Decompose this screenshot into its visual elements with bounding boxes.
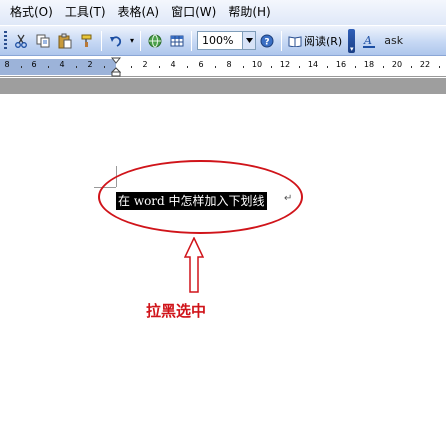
ruler-tick [383, 66, 384, 68]
paste-button[interactable] [54, 30, 76, 52]
menu-table[interactable]: 表格(A) [112, 0, 166, 25]
ruler-tick [187, 66, 188, 68]
font-color-icon: A [363, 34, 376, 48]
ruler-number: 22 [419, 60, 431, 69]
ruler-number: 16 [335, 60, 347, 69]
toolbar-separator [101, 30, 102, 51]
paste-icon [58, 33, 72, 48]
ruler-number: 6 [31, 60, 37, 69]
ruler-tick [355, 66, 356, 68]
hyperlink-icon [148, 34, 162, 47]
ruler-tick [48, 66, 49, 68]
ruler-tick [76, 66, 77, 68]
menu-tools[interactable]: 工具(T) [59, 0, 112, 25]
toolbar-separator [281, 30, 282, 51]
ruler-number: 2 [142, 60, 148, 69]
ruler-number: 2 [87, 60, 93, 69]
ruler-number: 12 [279, 60, 291, 69]
help-icon: ? [260, 34, 274, 47]
menu-format[interactable]: 格式(O) [4, 0, 59, 25]
ruler-number: 18 [363, 60, 375, 69]
ruler-number: 14 [307, 60, 319, 69]
ruler-tick [271, 66, 272, 68]
ruler-tick [21, 66, 22, 68]
ruler-number: 4 [170, 60, 176, 69]
toolbar-separator [191, 30, 192, 51]
read-button-label: 阅读(R) [304, 34, 343, 48]
hyperlink-button[interactable] [144, 30, 166, 52]
annotation-ellipse [98, 160, 303, 234]
up-arrow-icon [184, 237, 204, 293]
table-icon [170, 35, 184, 46]
zoom-dropdown[interactable] [243, 31, 256, 50]
menu-bar: 格式(O) 工具(T) 表格(A) 窗口(W) 帮助(H) [0, 0, 446, 25]
undo-icon [110, 35, 122, 47]
chevron-down-icon [245, 38, 253, 43]
undo-button[interactable] [105, 30, 127, 52]
zoom-input[interactable]: 100% [197, 31, 243, 50]
help-button[interactable]: ? [256, 30, 278, 52]
horizontal-ruler[interactable]: 8 6 4 2 2 4 6 8 10 12 14 16 18 20 22 [0, 57, 446, 77]
ruler-tick [299, 66, 300, 68]
format-painter-button[interactable] [76, 30, 98, 52]
copy-button[interactable] [32, 30, 54, 52]
format-painter-icon [81, 34, 92, 47]
undo-dropdown[interactable]: ▾ [127, 30, 137, 52]
ruler-margin-area [0, 59, 116, 75]
ruler-number: 6 [198, 60, 204, 69]
table-button[interactable] [166, 30, 188, 52]
ruler-tick [327, 66, 328, 68]
ruler-tick [439, 66, 440, 68]
ruler-number: 20 [391, 60, 403, 69]
ruler-number: 8 [226, 60, 232, 69]
ruler-tick [243, 66, 244, 68]
ruler-tick [104, 66, 105, 68]
toolbar-separator [140, 30, 141, 51]
read-button[interactable]: 阅读(R) [285, 30, 345, 52]
ruler-number: 8 [4, 60, 10, 69]
ruler-tick [215, 66, 216, 68]
page-top-gap [0, 78, 446, 94]
toolbar-grip[interactable] [4, 30, 7, 51]
ruler-number: 10 [251, 60, 263, 69]
menu-help[interactable]: 帮助(H) [222, 0, 276, 25]
reading-icon [288, 35, 302, 47]
cut-button[interactable] [10, 30, 32, 52]
ruler-tick [411, 66, 412, 68]
ask-question-box[interactable]: ask [384, 34, 403, 47]
toolbar-options-handle[interactable]: ▾ [348, 28, 356, 53]
ruler-tick [131, 66, 132, 68]
font-color-button[interactable]: A [358, 30, 380, 52]
annotation-caption: 拉黑选中 [146, 302, 207, 320]
menu-window[interactable]: 窗口(W) [165, 0, 222, 25]
svg-text:?: ? [264, 37, 269, 47]
indent-marker-icon[interactable] [111, 57, 121, 77]
svg-text:A: A [363, 34, 372, 47]
ruler-number: 4 [59, 60, 65, 69]
copy-icon [36, 34, 50, 47]
cut-icon [15, 34, 27, 48]
ruler-tick [159, 66, 160, 68]
standard-toolbar: ▾ 100% ? 阅读(R) ▾ A ask [0, 25, 446, 56]
